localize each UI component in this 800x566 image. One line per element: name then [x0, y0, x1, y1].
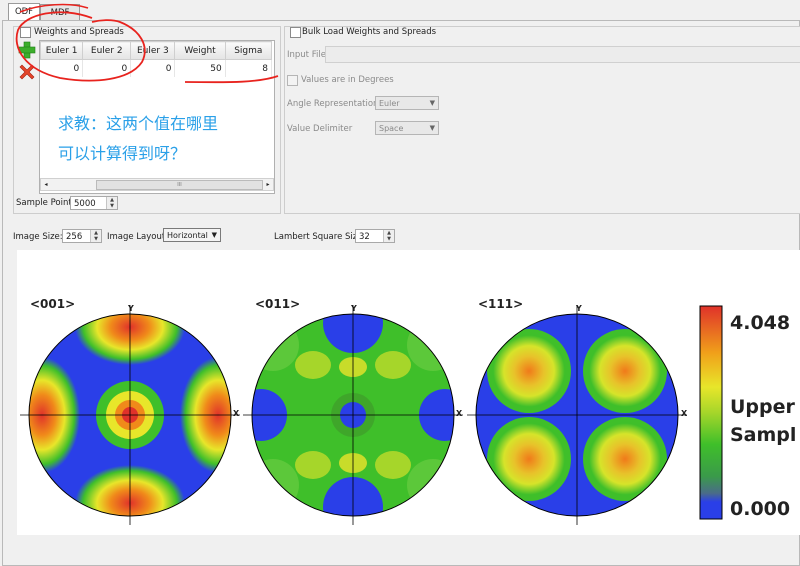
degrees-label: Values are in Degrees	[301, 75, 394, 85]
colorbar	[699, 305, 723, 520]
value-delimiter-value: Space	[379, 124, 404, 133]
image-layout-select[interactable]: Horizontal ▼	[163, 228, 221, 242]
scroll-right-icon[interactable]: ▸	[263, 179, 273, 190]
chevron-down-icon: ▼	[211, 231, 217, 239]
bulk-load-checkbox[interactable]	[290, 27, 301, 38]
input-file-label: Input File:	[287, 50, 329, 60]
sample-points-value: 5000	[74, 199, 96, 209]
spin-arrows-icon[interactable]: ▲ ▼	[383, 230, 394, 242]
input-file-field[interactable]	[325, 46, 800, 63]
pole-figure-111	[467, 305, 687, 525]
colorbar-min: 0.000	[730, 498, 791, 520]
colorbar-label-sample: Sampl	[730, 424, 797, 446]
image-layout-label: Image Layout	[107, 232, 166, 242]
bulk-load-label: Bulk Load Weights and Spreads	[302, 27, 437, 37]
degrees-checkbox[interactable]	[287, 75, 298, 86]
scroll-left-icon[interactable]: ◂	[41, 179, 51, 190]
image-layout-value: Horizontal	[167, 231, 208, 240]
horizontal-scrollbar[interactable]: ◂ III ▸	[40, 178, 274, 191]
angle-representation-select[interactable]: Euler ▼	[375, 96, 439, 110]
lambert-size-value: 32	[359, 232, 370, 242]
question-note-line2: 可以计算得到呀？	[58, 144, 187, 163]
lambert-size-label: Lambert Square Size	[274, 232, 363, 242]
image-size-value: 256	[66, 232, 83, 242]
sample-points-spinbox[interactable]: 5000 ▲ ▼	[70, 196, 118, 210]
angle-representation-value: Euler	[379, 99, 400, 108]
chevron-down-icon: ▼	[429, 124, 435, 132]
pole-figure-001	[20, 305, 240, 525]
value-delimiter-label: Value Delimiter	[287, 124, 353, 134]
spin-arrows-icon[interactable]: ▲ ▼	[90, 230, 101, 242]
colorbar-max: 4.048	[730, 312, 791, 334]
image-size-label: Image Size:	[13, 232, 63, 242]
colorbar-label-upper: Upper	[730, 396, 795, 418]
value-delimiter-select[interactable]: Space ▼	[375, 121, 439, 135]
scroll-thumb[interactable]: III	[96, 180, 263, 190]
question-note-line1: 求教：这两个值在哪里	[58, 114, 219, 133]
image-size-spinbox[interactable]: 256 ▲ ▼	[62, 229, 102, 243]
angle-representation-label: Angle Representation	[287, 99, 379, 109]
chevron-down-icon: ▼	[429, 99, 435, 107]
red-annotation-marks	[15, 3, 279, 84]
lambert-size-spinbox[interactable]: 32 ▲ ▼	[355, 229, 395, 243]
spin-arrows-icon[interactable]: ▲ ▼	[106, 197, 117, 209]
pole-figure-011	[243, 305, 463, 525]
sample-points-label: Sample Points	[16, 198, 77, 208]
